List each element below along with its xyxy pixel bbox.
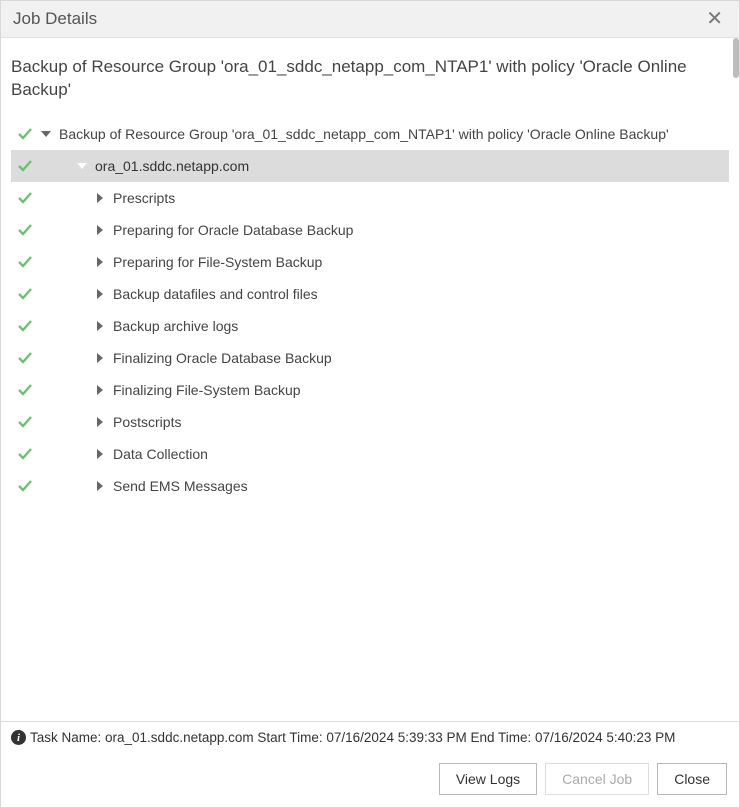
footer: View Logs Cancel Job Close [1, 753, 739, 807]
caret-right-icon[interactable] [93, 191, 107, 205]
job-tree: Backup of Resource Group 'ora_01_sddc_ne… [11, 118, 729, 502]
caret-right-icon[interactable] [93, 479, 107, 493]
scrollbar-thumb[interactable] [733, 38, 739, 78]
tree-label: Preparing for Oracle Database Backup [113, 222, 353, 238]
tree-row-step[interactable]: Backup datafiles and control files [11, 278, 729, 310]
tree-label: ora_01.sddc.netapp.com [95, 158, 249, 174]
caret-right-icon[interactable] [93, 351, 107, 365]
caret-right-icon[interactable] [93, 383, 107, 397]
tree-row-step[interactable]: Finalizing File-System Backup [11, 374, 729, 406]
titlebar: Job Details ✕ [1, 1, 739, 38]
caret-down-icon[interactable] [39, 127, 53, 141]
checkmark-icon [17, 222, 33, 238]
tree-row-step[interactable]: Finalizing Oracle Database Backup [11, 342, 729, 374]
tree-label: Postscripts [113, 414, 181, 430]
tree-label: Backup of Resource Group 'ora_01_sddc_ne… [59, 126, 669, 142]
status-bar: i Task Name: ora_01.sddc.netapp.com Star… [1, 721, 739, 753]
tree-label: Finalizing File-System Backup [113, 382, 301, 398]
close-icon[interactable]: ✕ [702, 9, 727, 29]
view-logs-button[interactable]: View Logs [439, 763, 537, 795]
caret-right-icon[interactable] [93, 223, 107, 237]
dialog-title: Job Details [13, 9, 97, 29]
tree-label: Finalizing Oracle Database Backup [113, 350, 332, 366]
checkmark-icon [17, 286, 33, 302]
caret-right-icon[interactable] [93, 319, 107, 333]
tree-row-step[interactable]: Postscripts [11, 406, 729, 438]
checkmark-icon [17, 478, 33, 494]
tree-row-step[interactable]: Send EMS Messages [11, 470, 729, 502]
checkmark-icon [17, 318, 33, 334]
tree-row-step[interactable]: Prescripts [11, 182, 729, 214]
info-icon: i [11, 730, 26, 745]
caret-down-icon[interactable] [75, 159, 89, 173]
checkmark-icon [17, 254, 33, 270]
job-details-dialog: Job Details ✕ Backup of Resource Group '… [0, 0, 740, 808]
checkmark-icon [17, 158, 33, 174]
page-title: Backup of Resource Group 'ora_01_sddc_ne… [11, 56, 729, 102]
checkmark-icon [17, 126, 33, 142]
tree-row-step[interactable]: Backup archive logs [11, 310, 729, 342]
tree-label: Preparing for File-System Backup [113, 254, 322, 270]
status-text: Task Name: ora_01.sddc.netapp.com Start … [30, 730, 675, 745]
caret-right-icon[interactable] [93, 255, 107, 269]
tree-row-step[interactable]: Preparing for File-System Backup [11, 246, 729, 278]
checkmark-icon [17, 382, 33, 398]
close-button[interactable]: Close [657, 763, 727, 795]
tree-label: Prescripts [113, 190, 175, 206]
tree-label: Data Collection [113, 446, 208, 462]
caret-right-icon[interactable] [93, 415, 107, 429]
tree-row-host[interactable]: ora_01.sddc.netapp.com [11, 150, 729, 182]
tree-label: Backup archive logs [113, 318, 238, 334]
caret-right-icon[interactable] [93, 287, 107, 301]
cancel-job-button[interactable]: Cancel Job [545, 763, 649, 795]
checkmark-icon [17, 350, 33, 366]
checkmark-icon [17, 414, 33, 430]
tree-row-step[interactable]: Data Collection [11, 438, 729, 470]
checkmark-icon [17, 446, 33, 462]
tree-label: Send EMS Messages [113, 478, 248, 494]
tree-row-step[interactable]: Preparing for Oracle Database Backup [11, 214, 729, 246]
caret-right-icon[interactable] [93, 447, 107, 461]
tree-row-root[interactable]: Backup of Resource Group 'ora_01_sddc_ne… [11, 118, 729, 150]
checkmark-icon [17, 190, 33, 206]
content-area: Backup of Resource Group 'ora_01_sddc_ne… [1, 38, 739, 721]
tree-label: Backup datafiles and control files [113, 286, 318, 302]
